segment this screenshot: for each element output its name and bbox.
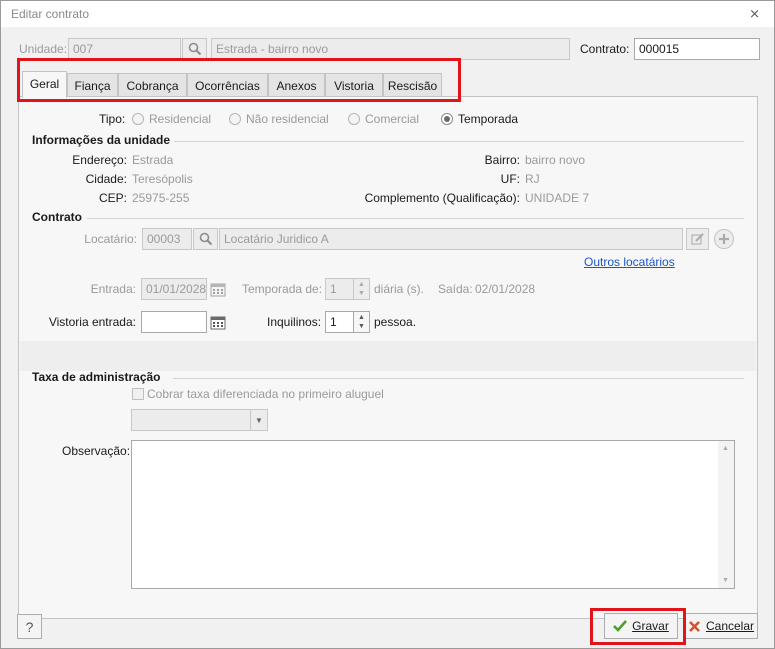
locatario-label: Locatário: (84, 232, 137, 246)
pessoa-label: pessoa. (374, 315, 417, 329)
calendar-icon (210, 316, 226, 329)
gravar-label: Gravar (632, 619, 669, 633)
close-icon[interactable]: ⨯ (749, 6, 760, 22)
cobrar-taxa-checkbox[interactable] (132, 388, 144, 400)
calendar-icon (210, 283, 226, 296)
edit-contract-dialog: Editar contrato ⨯ Unidade: 007 Estrada -… (0, 0, 775, 649)
taxa-heading: Taxa de administração (32, 370, 161, 384)
edit-icon (691, 233, 704, 245)
help-button[interactable]: ? (17, 614, 42, 639)
tab-fianca[interactable]: Fiança (67, 73, 118, 97)
cancelar-button[interactable]: Cancelar (684, 613, 758, 639)
unidade-label: Unidade: (19, 42, 68, 56)
bairro-label: Bairro: (484, 153, 520, 167)
temporada-spinner[interactable]: ▲ ▼ (354, 278, 370, 300)
window-title: Editar contrato (11, 7, 90, 21)
tab-rescisao[interactable]: Rescisão (383, 73, 442, 97)
outros-locatarios-link[interactable]: Outros locatários (584, 255, 675, 269)
uf-label: UF: (500, 172, 520, 186)
dialog-body: Unidade: 007 Estrada - bairro novo Contr… (1, 27, 774, 648)
radio-temporada-label: Temporada (458, 112, 519, 126)
temporada-label: Temporada de: (242, 282, 323, 296)
complemento-label: Complemento (Qualificação): (364, 191, 520, 205)
unidade-description-input[interactable]: Estrada - bairro novo (211, 38, 570, 60)
unidade-search-button[interactable] (182, 38, 207, 60)
observacao-textarea[interactable] (131, 440, 735, 589)
search-icon (199, 232, 212, 246)
inquilinos-input[interactable]: 1 (325, 311, 354, 333)
tab-anexos[interactable]: Anexos (268, 73, 325, 97)
geral-tab-panel: Tipo: Residencial Não residencial Comerc… (18, 96, 758, 619)
cancel-x-icon (689, 620, 700, 632)
tipo-label: Tipo: (99, 112, 126, 126)
saida-value: 02/01/2028 (475, 282, 536, 296)
temporada-input[interactable]: 1 (325, 278, 354, 300)
entrada-calendar-button[interactable] (208, 278, 228, 300)
tab-cobranca[interactable]: Cobrança (118, 73, 187, 97)
observacao-label: Observação: (62, 444, 131, 458)
radio-nao-residencial-label: Não residencial (246, 112, 329, 126)
locatario-name-input[interactable]: Locatário Juridico A (219, 228, 683, 250)
contrato-input[interactable]: 000015 (634, 38, 760, 60)
contrato-label: Contrato: (580, 42, 630, 56)
entrada-label: Entrada: (90, 282, 136, 296)
uf-value: RJ (525, 172, 540, 186)
cobrar-taxa-label: Cobrar taxa diferenciada no primeiro alu… (147, 387, 384, 401)
cidade-value: Teresópolis (132, 172, 193, 186)
section-divider (174, 141, 744, 142)
cep-label: CEP: (98, 191, 127, 205)
endereco-value: Estrada (132, 153, 174, 167)
saida-label: Saída: (438, 282, 473, 296)
gravar-button[interactable]: Gravar (604, 613, 678, 639)
checkmark-icon (613, 620, 628, 632)
endereco-label: Endereço: (72, 153, 127, 167)
vistoria-calendar-button[interactable] (208, 311, 228, 333)
scroll-up-icon[interactable]: ▲ (722, 445, 729, 452)
inquilinos-label: Inquilinos: (267, 315, 322, 329)
radio-comercial[interactable] (348, 113, 360, 125)
diarias-label: diária (s). (374, 282, 425, 296)
contrato-heading: Contrato (32, 210, 82, 224)
info-unidade-heading: Informações da unidade (32, 133, 171, 147)
search-icon (188, 42, 201, 56)
section-divider (87, 218, 744, 219)
radio-residencial-label: Residencial (149, 112, 212, 126)
cancelar-label: Cancelar (705, 619, 755, 633)
complemento-value: UNIDADE 7 (525, 191, 590, 205)
title-bar: Editar contrato ⨯ (1, 1, 774, 27)
add-locatario-button[interactable] (714, 229, 734, 249)
chevron-down-icon[interactable]: ▼ (250, 409, 268, 431)
radio-residencial[interactable] (132, 113, 144, 125)
radio-comercial-label: Comercial (365, 112, 420, 126)
inquilinos-spinner[interactable]: ▲ ▼ (354, 311, 370, 333)
scroll-down-icon[interactable]: ▼ (722, 577, 729, 584)
plus-icon (719, 234, 729, 244)
taxa-select[interactable] (131, 409, 251, 431)
cidade-label: Cidade: (85, 172, 127, 186)
separator-band (20, 341, 756, 371)
cep-value: 25975-255 (132, 191, 190, 205)
observacao-scrollbar[interactable]: ▲ ▼ (718, 441, 734, 588)
vistoria-entrada-label: Vistoria entrada: (48, 315, 136, 329)
section-divider (173, 378, 744, 379)
edit-locatario-button[interactable] (686, 228, 709, 250)
tab-vistoria[interactable]: Vistoria (325, 73, 383, 97)
entrada-date-input[interactable]: 01/01/2028 (141, 278, 207, 300)
radio-temporada[interactable] (441, 113, 453, 125)
tab-geral[interactable]: Geral (22, 71, 67, 98)
radio-nao-residencial[interactable] (229, 113, 241, 125)
unidade-code-input[interactable]: 007 (68, 38, 181, 60)
locatario-search-button[interactable] (193, 228, 218, 250)
tab-ocorrencias[interactable]: Ocorrências (187, 73, 268, 97)
vistoria-entrada-date-input[interactable] (141, 311, 207, 333)
locatario-code-input[interactable]: 00003 (142, 228, 192, 250)
bairro-value: bairro novo (525, 153, 586, 167)
